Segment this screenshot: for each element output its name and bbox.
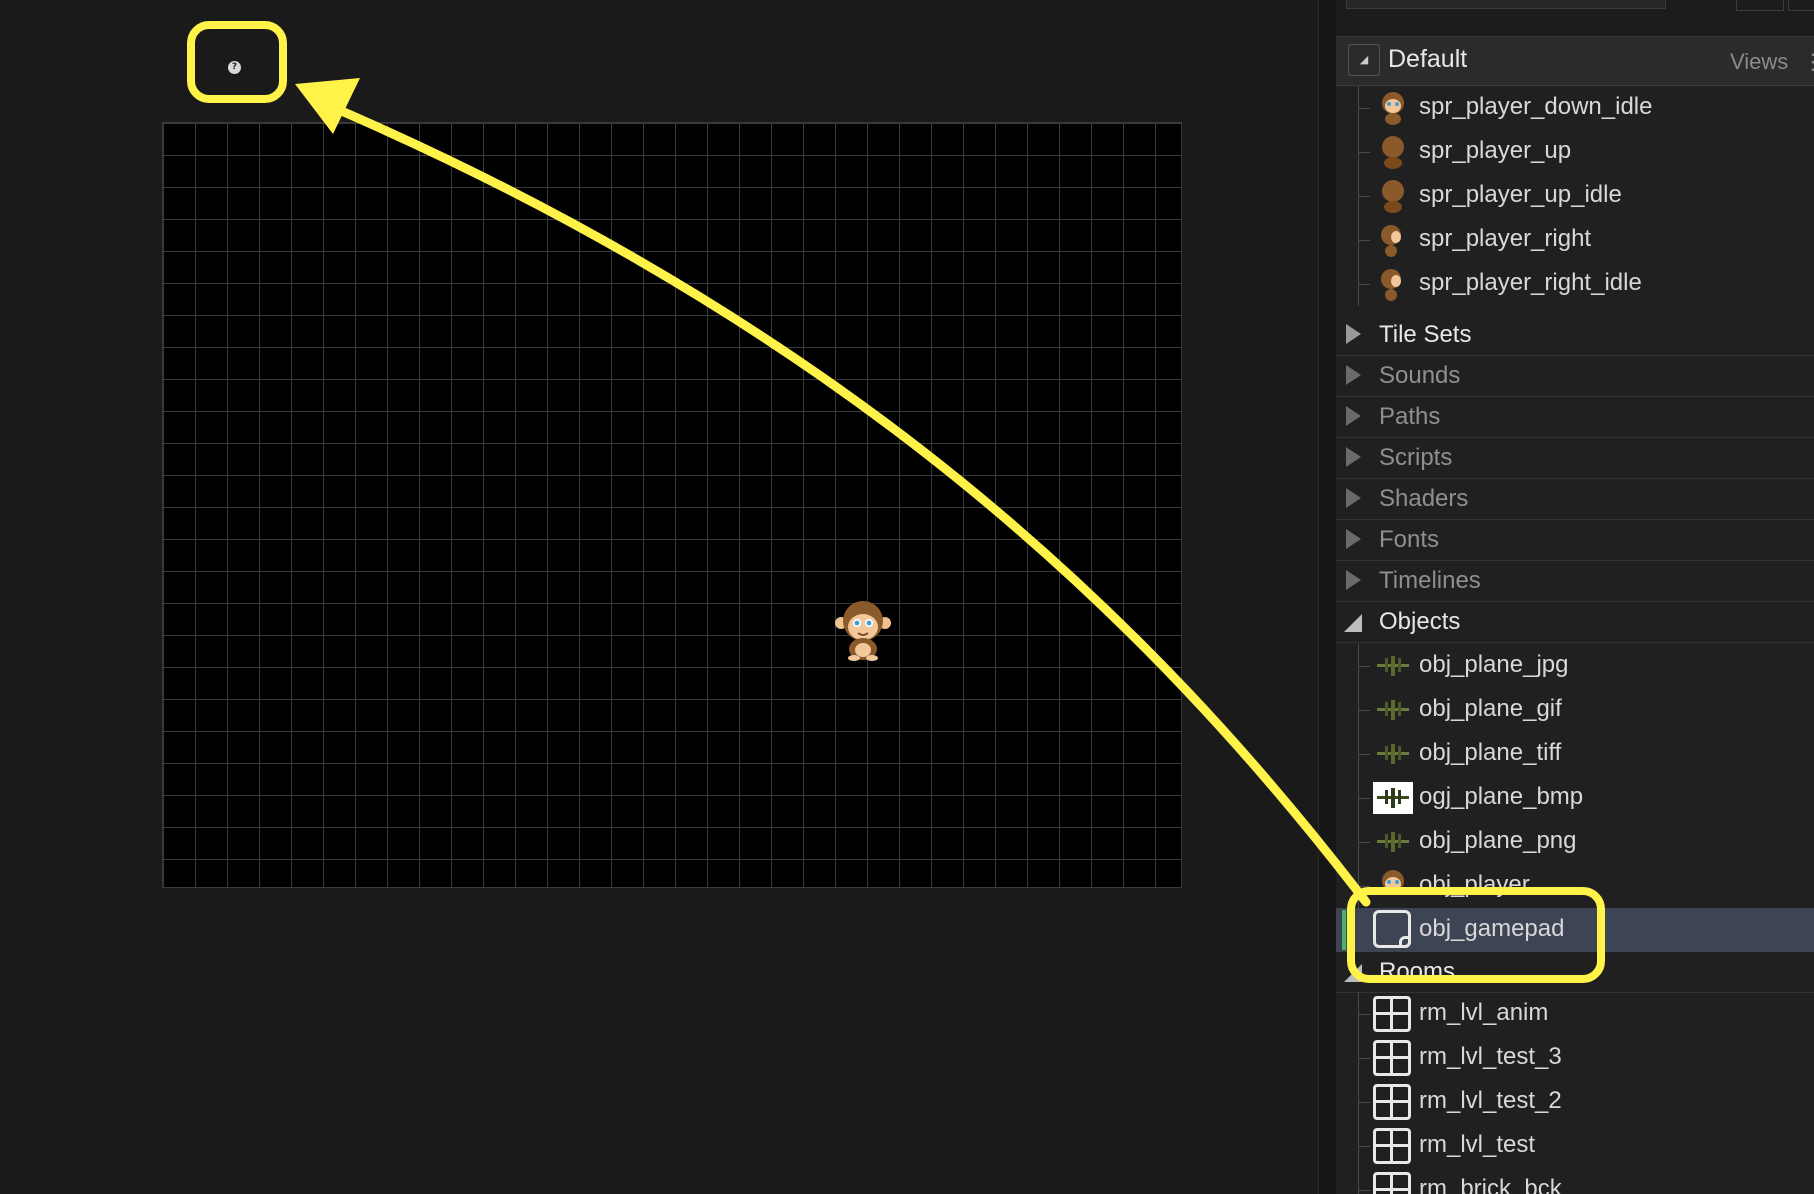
tree-item-label: spr_player_right bbox=[1419, 225, 1592, 252]
expand-arrow-icon[interactable] bbox=[1346, 406, 1361, 426]
asset-search-input[interactable] bbox=[1346, 0, 1666, 9]
plane-sprite-icon bbox=[1377, 832, 1409, 852]
category-label: Objects bbox=[1379, 608, 1461, 635]
category-label: Tile Sets bbox=[1379, 321, 1472, 348]
tree-item-label: rm_lvl_anim bbox=[1419, 999, 1549, 1026]
tree-item[interactable]: obj_player bbox=[1336, 864, 1814, 908]
room-icon bbox=[1373, 996, 1411, 1032]
tree-item-label: spr_player_down_idle bbox=[1419, 93, 1653, 120]
tree-item-selected[interactable]: obj_gamepad bbox=[1336, 908, 1814, 952]
tree-item-label: spr_player_up bbox=[1419, 137, 1572, 164]
expand-arrow-icon[interactable] bbox=[1346, 570, 1361, 590]
tree-item[interactable]: rm_lvl_anim bbox=[1336, 992, 1814, 1036]
monkey-back-sprite-icon bbox=[1382, 180, 1404, 213]
group-name: Default bbox=[1388, 45, 1468, 73]
tree-item[interactable]: obj_plane_gif bbox=[1336, 688, 1814, 732]
monkey-player-instance[interactable] bbox=[835, 599, 891, 661]
tree-item-label: obj_plane_png bbox=[1419, 827, 1577, 854]
plane-sprite-white-bg-icon bbox=[1373, 782, 1413, 814]
tree-item-label: rm_lvl_test_3 bbox=[1419, 1043, 1562, 1070]
tree-item[interactable]: rm_brick_bck bbox=[1336, 1168, 1814, 1194]
panel-divider[interactable] bbox=[1318, 0, 1337, 1194]
tree-item[interactable]: rm_lvl_test_3 bbox=[1336, 1036, 1814, 1080]
category-shaders[interactable]: Shaders bbox=[1336, 479, 1814, 520]
tree-item-label: rm_lvl_test_2 bbox=[1419, 1087, 1562, 1114]
room-canvas[interactable] bbox=[162, 122, 1182, 888]
collapse-arrow-icon[interactable] bbox=[1344, 614, 1362, 632]
collapse-arrow-icon[interactable] bbox=[1344, 964, 1362, 982]
room-icon bbox=[1373, 1128, 1411, 1164]
plane-sprite-icon bbox=[1377, 656, 1409, 676]
gamepad-instance-icon[interactable]: ? bbox=[228, 61, 241, 74]
monkey-side-sprite-icon bbox=[1381, 269, 1401, 301]
category-paths[interactable]: Paths bbox=[1336, 397, 1814, 438]
tree-item-label: rm_lvl_test bbox=[1419, 1131, 1536, 1158]
monkey-front-sprite-icon bbox=[1382, 870, 1404, 892]
tree-item-label: spr_player_up_idle bbox=[1419, 181, 1622, 208]
tree-item-label: rm_brick_bck bbox=[1419, 1175, 1562, 1194]
category-objects[interactable]: Objects bbox=[1336, 602, 1814, 643]
group-collapse-icon[interactable]: ◢ bbox=[1348, 44, 1380, 76]
category-label: Rooms bbox=[1379, 958, 1456, 985]
tree-item-label: obj_plane_jpg bbox=[1419, 651, 1569, 678]
category-timelines[interactable]: Timelines bbox=[1336, 561, 1814, 602]
category-label: Timelines bbox=[1379, 567, 1481, 594]
tree-item[interactable]: ogj_plane_bmp bbox=[1336, 776, 1814, 820]
expand-arrow-icon[interactable] bbox=[1346, 529, 1361, 549]
tree-item-label: obj_plane_tiff bbox=[1419, 739, 1562, 766]
room-icon bbox=[1373, 1040, 1411, 1076]
tree-item[interactable]: spr_player_up bbox=[1336, 130, 1814, 174]
expand-arrow-icon[interactable] bbox=[1346, 447, 1361, 467]
category-rooms[interactable]: Rooms bbox=[1336, 952, 1814, 993]
monkey-side-sprite-icon bbox=[1381, 225, 1401, 257]
tree-item-label: obj_plane_gif bbox=[1419, 695, 1562, 722]
views-button[interactable]: Views bbox=[1730, 49, 1788, 75]
tree-item-label: obj_player bbox=[1419, 871, 1530, 898]
object-icon bbox=[1373, 910, 1411, 948]
monkey-front-sprite-icon bbox=[1382, 92, 1404, 125]
expand-arrow-icon[interactable] bbox=[1346, 365, 1361, 385]
tree-item[interactable]: obj_plane_tiff bbox=[1336, 732, 1814, 776]
tree-item[interactable]: spr_player_right_idle bbox=[1336, 262, 1814, 306]
tree-item-label: spr_player_right_idle bbox=[1419, 269, 1642, 296]
toolbar-button[interactable] bbox=[1788, 0, 1814, 11]
asset-browser-toolbar bbox=[1336, 0, 1814, 36]
category-tile-sets[interactable]: Tile Sets bbox=[1336, 315, 1814, 356]
category-label: Sounds bbox=[1379, 362, 1461, 389]
tree-item[interactable]: rm_lvl_test_2 bbox=[1336, 1080, 1814, 1124]
category-label: Paths bbox=[1379, 403, 1441, 430]
expand-arrow-icon[interactable] bbox=[1346, 488, 1361, 508]
toolbar-button[interactable] bbox=[1736, 0, 1784, 11]
tree-item[interactable]: rm_lvl_test bbox=[1336, 1124, 1814, 1168]
group-header[interactable]: ◢ Default Views ⋮ bbox=[1336, 36, 1814, 86]
category-label: Scripts bbox=[1379, 444, 1453, 471]
tree-item[interactable]: spr_player_down_idle bbox=[1336, 86, 1814, 130]
tree-item[interactable]: spr_player_right bbox=[1336, 218, 1814, 262]
category-scripts[interactable]: Scripts bbox=[1336, 438, 1814, 479]
tree-item-label: ogj_plane_bmp bbox=[1419, 783, 1584, 810]
category-label: Shaders bbox=[1379, 485, 1469, 512]
category-label: Fonts bbox=[1379, 526, 1440, 553]
asset-browser: ◢ Default Views ⋮ spr_player_down_idle s… bbox=[1336, 0, 1814, 1194]
plane-sprite-icon bbox=[1377, 744, 1409, 764]
tree-item[interactable]: obj_plane_png bbox=[1336, 820, 1814, 864]
monkey-back-sprite-icon bbox=[1382, 136, 1404, 169]
tree-item-label: obj_gamepad bbox=[1419, 915, 1565, 942]
plane-sprite-icon bbox=[1377, 700, 1409, 720]
views-menu-icon[interactable]: ⋮ bbox=[1802, 49, 1814, 75]
room-icon bbox=[1373, 1084, 1411, 1120]
tree-item[interactable]: obj_plane_jpg bbox=[1336, 644, 1814, 688]
tree-item[interactable]: spr_player_up_idle bbox=[1336, 174, 1814, 218]
category-sounds[interactable]: Sounds bbox=[1336, 356, 1814, 397]
expand-arrow-icon[interactable] bbox=[1346, 324, 1361, 344]
room-editor-area[interactable]: ? bbox=[0, 0, 1318, 1194]
category-fonts[interactable]: Fonts bbox=[1336, 520, 1814, 561]
room-icon bbox=[1373, 1172, 1411, 1194]
selection-indicator bbox=[1342, 910, 1346, 950]
